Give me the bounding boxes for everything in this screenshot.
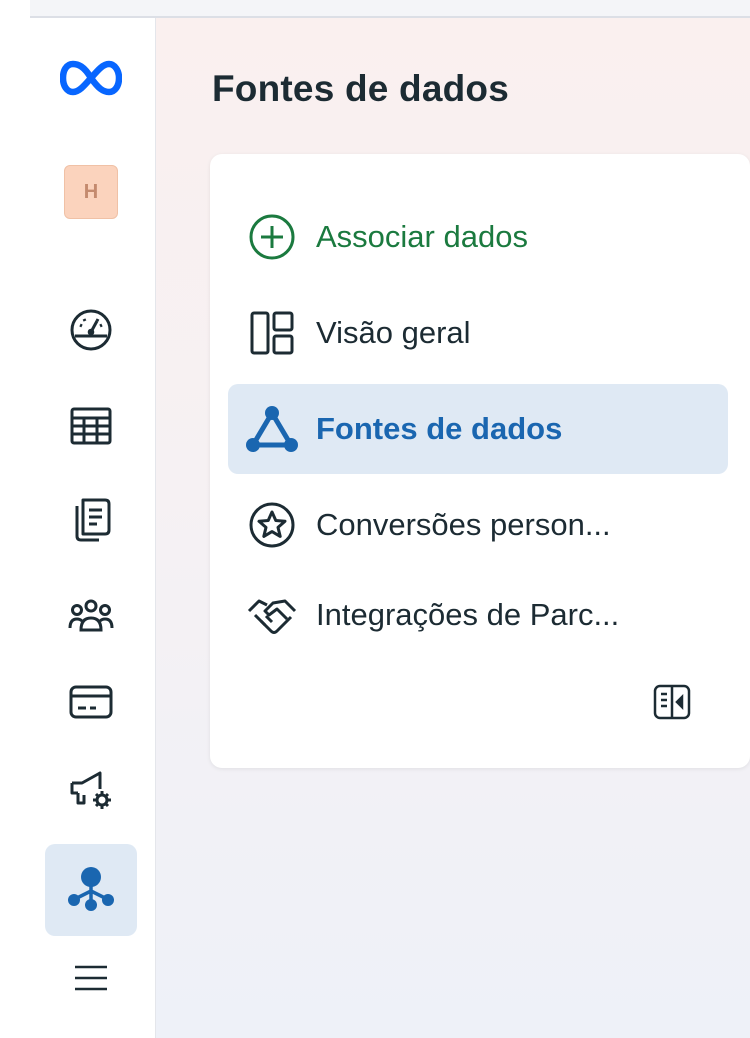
triangle-nodes-icon xyxy=(242,399,302,459)
nav-panel: Associar dados Visão geral Fontes de dad… xyxy=(210,154,750,768)
avatar-letter: H xyxy=(83,180,99,203)
collapse-panel-icon xyxy=(652,683,692,726)
hamburger-menu-icon xyxy=(71,963,111,998)
table-icon xyxy=(69,406,113,451)
nav-item-custom-conversions[interactable]: Conversões person... xyxy=(228,480,728,570)
rail-item-table[interactable] xyxy=(45,382,137,474)
star-circle-icon xyxy=(242,495,302,555)
rail-item-dashboard[interactable] xyxy=(45,286,137,378)
layout-overview-icon xyxy=(242,303,302,363)
credit-card-icon xyxy=(68,684,114,725)
left-rail: H xyxy=(30,18,156,1038)
rail-item-billing[interactable] xyxy=(45,658,137,750)
megaphone-gear-icon xyxy=(68,767,114,818)
associate-data-label: Associar dados xyxy=(316,219,528,254)
page-title: Fontes de dados xyxy=(212,68,509,109)
documents-icon xyxy=(69,496,113,549)
main-content: Fontes de dados Associar dados Visão ger… xyxy=(156,18,750,1038)
nav-item-partner-integrations[interactable]: Integrações de Parc... xyxy=(228,570,728,660)
handshake-icon xyxy=(242,585,302,645)
rail-item-ads-settings[interactable] xyxy=(45,746,137,838)
associate-data-button[interactable]: Associar dados xyxy=(228,192,728,282)
data-sources-icon xyxy=(66,863,116,918)
meta-logo-icon xyxy=(59,60,123,101)
nav-item-overview-label: Visão geral xyxy=(316,315,471,350)
collapse-panel-button[interactable] xyxy=(642,674,702,734)
nav-item-custom-conversions-label: Conversões person... xyxy=(316,507,611,542)
nav-item-data-sources-label: Fontes de dados xyxy=(316,411,563,446)
rail-item-documents[interactable] xyxy=(45,476,137,568)
top-strip xyxy=(30,0,750,18)
nav-item-partner-integrations-label: Integrações de Parc... xyxy=(316,597,620,632)
rail-item-audiences[interactable] xyxy=(45,572,137,664)
rail-item-data-sources[interactable] xyxy=(45,844,137,936)
people-icon xyxy=(67,596,115,641)
rail-item-menu[interactable] xyxy=(45,934,137,1026)
account-avatar-button[interactable]: H xyxy=(45,146,137,238)
plus-circle-icon xyxy=(242,207,302,267)
avatar: H xyxy=(64,165,118,219)
nav-item-overview[interactable]: Visão geral xyxy=(228,288,728,378)
nav-item-data-sources[interactable]: Fontes de dados xyxy=(228,384,728,474)
gauge-icon xyxy=(69,308,113,357)
meta-logo[interactable] xyxy=(45,34,137,126)
